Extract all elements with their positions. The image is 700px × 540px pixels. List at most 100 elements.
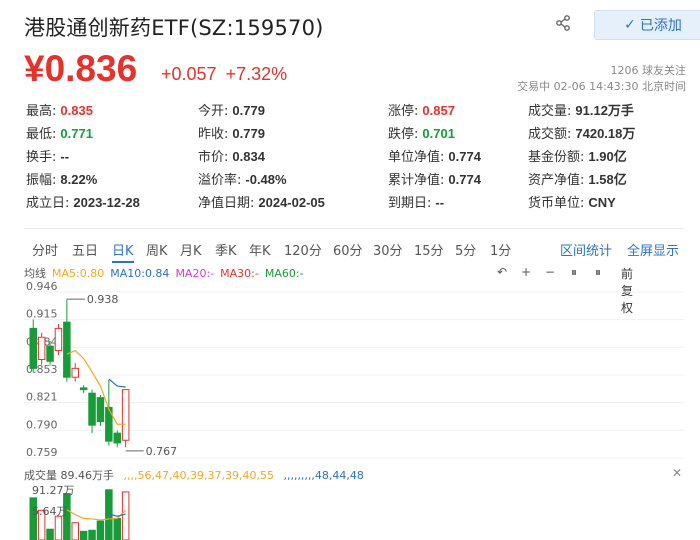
divider <box>24 228 684 229</box>
volume-legend: 成交量 89.46万手 ,,,,56,47,40,39,37,39,40,55 … <box>24 467 684 483</box>
quote-value: 0.835 <box>60 103 93 118</box>
period-tabs: 分时 五日 日K 周K 月K 季K 年K 120分 60分 30分 15分 5分 1分 区间统计 全屏显示 <box>24 240 684 263</box>
volume-bar <box>88 529 96 540</box>
pause-icon[interactable]: ⏸ <box>571 265 577 280</box>
quote-value: 2023-12-28 <box>73 195 140 210</box>
quote-label: 最高: <box>26 104 57 119</box>
quote-value: 0.774 <box>448 149 481 164</box>
quote-cell: 资产净值: 1.58亿 <box>528 169 627 188</box>
tab-6[interactable]: 年K <box>249 240 271 259</box>
follow-button-label: 已添加 <box>639 18 682 34</box>
quote-label: 货币单位: <box>528 196 585 211</box>
quote-cell: 市价: 0.834 <box>198 146 265 165</box>
y-tick-label: 0.946 <box>26 282 58 293</box>
undo-icon[interactable]: ↶ <box>497 265 507 279</box>
zoom-out-icon[interactable]: − <box>545 265 555 279</box>
quote-value: 2024-02-05 <box>258 195 325 210</box>
quote-cell: 跌停: 0.701 <box>388 123 455 142</box>
close-icon[interactable]: ✕ <box>672 466 682 480</box>
ma-item: MA5:0.80 <box>52 267 105 280</box>
y-tick-label: 0.915 <box>26 308 58 321</box>
volume-bar <box>71 522 79 540</box>
y-tick-label: 0.790 <box>26 418 58 431</box>
ma-item: MA60:- <box>264 267 304 280</box>
quote-label: 成立日: <box>26 196 70 211</box>
quote-label: 单位净值: <box>388 150 445 165</box>
change-percent: +7.32% <box>225 64 288 84</box>
share-icon[interactable] <box>554 14 572 37</box>
quote-value: 0.779 <box>232 126 265 141</box>
follow-button[interactable]: ✓ 已添加 <box>594 10 700 40</box>
volume-tick-label: 91.27万 <box>32 484 75 497</box>
fullscreen-link[interactable]: 全屏显示 <box>627 240 679 259</box>
volume-ma5-line <box>66 509 127 521</box>
page-title: 港股通创新药ETF(SZ:159570) <box>24 16 324 40</box>
quote-value: 1.58亿 <box>588 172 627 187</box>
ma10-line <box>108 378 126 388</box>
quote-label: 资产净值: <box>528 173 585 188</box>
quote-label: 市价: <box>198 150 229 165</box>
tab-7[interactable]: 120分 <box>284 240 322 259</box>
quote-cell: 货币单位: CNY <box>528 192 616 211</box>
quote-value: 1.90亿 <box>588 149 627 164</box>
quote-cell: 累计净值: 0.774 <box>388 169 481 188</box>
high-marker-label: 0.938 <box>87 293 119 306</box>
quote-value: 0.779 <box>232 103 265 118</box>
quote-label: 今开: <box>198 104 229 119</box>
range-stats-link[interactable]: 区间统计 <box>560 240 612 259</box>
trading-status: 交易中 02-06 14:43:30 北京时间 <box>517 80 686 93</box>
quote-label: 换手: <box>26 150 57 165</box>
quote-label: 跌停: <box>388 127 419 142</box>
quote-label: 基金份额: <box>528 150 585 165</box>
tab-10[interactable]: 15分 <box>414 240 444 259</box>
change-amount: +0.057 <box>161 64 217 84</box>
quote-cell: 单位净值: 0.774 <box>388 146 481 165</box>
low-marker-label: 0.767 <box>146 445 178 458</box>
y-tick-label: 0.821 <box>26 391 58 404</box>
tab-4[interactable]: 月K <box>180 240 202 259</box>
quote-label: 涨停: <box>388 104 419 119</box>
ma-label: 均线 <box>24 267 46 280</box>
tab-8[interactable]: 60分 <box>333 240 363 259</box>
pause-icon-2[interactable]: ⏸ <box>595 265 601 280</box>
quote-cell: 基金份额: 1.90亿 <box>528 146 627 165</box>
quote-cell: 成交量: 91.12万手 <box>528 100 634 119</box>
quote-value: 91.12万手 <box>575 103 634 118</box>
volume-ma10: ,,,,,,,,,48,44,48 <box>283 469 364 482</box>
tab-5[interactable]: 季K <box>215 240 237 259</box>
current-price: ¥0.836 <box>24 48 138 89</box>
tab-0[interactable]: 分时 <box>32 240 58 259</box>
candle-body <box>37 336 46 360</box>
tab-12[interactable]: 1分 <box>490 240 511 259</box>
quote-row: 成立日: 2023-12-28 净值日期: 2024-02-05 到期日: -- 货币单位:… <box>26 192 686 212</box>
tab-3[interactable]: 周K <box>146 240 168 259</box>
candle-body <box>29 327 37 369</box>
quote-value: 0.857 <box>422 103 455 118</box>
quote-row: 最高: 0.835 今开: 0.779 涨停: 0.857 成交量: 91.12万手 <box>26 100 686 120</box>
quote-cell: 换手: -- <box>26 146 69 165</box>
quote-cell: 最高: 0.835 <box>26 100 93 119</box>
quote-row: 换手: -- 市价: 0.834 单位净值: 0.774 基金份额: 1.90亿 <box>26 146 686 166</box>
candle-body <box>121 389 130 441</box>
quote-cell: 净值日期: 2024-02-05 <box>198 192 325 211</box>
quote-row: 振幅: 8.22% 溢价率: -0.48% 累计净值: 0.774 资产净值: 1.58亿 <box>26 169 686 189</box>
tab-1[interactable]: 五日 <box>72 240 98 259</box>
quote-value: 0.771 <box>60 126 93 141</box>
candle-body <box>63 321 71 378</box>
tab-2[interactable]: 日K <box>112 240 134 263</box>
tab-9[interactable]: 30分 <box>373 240 403 259</box>
quote-cell: 到期日: -- <box>388 192 444 211</box>
quote-value: 0.774 <box>448 172 481 187</box>
zoom-in-icon[interactable]: + <box>521 265 531 279</box>
quote-cell: 最低: 0.771 <box>26 123 93 142</box>
quote-label: 成交额: <box>528 127 572 142</box>
quote-label: 净值日期: <box>198 196 255 211</box>
candle-body <box>46 345 54 362</box>
candle-body <box>88 392 96 426</box>
quote-cell: 成交额: 7420.18万 <box>528 123 635 142</box>
quote-value: -- <box>435 195 445 210</box>
tab-11[interactable]: 5分 <box>455 240 476 259</box>
ma-legend: 均线 MA5:0.80 MA10:0.84 MA20:- MA30:- MA60:- <box>24 265 684 281</box>
quote-label: 成交量: <box>528 104 572 119</box>
volume-bar <box>54 515 63 540</box>
